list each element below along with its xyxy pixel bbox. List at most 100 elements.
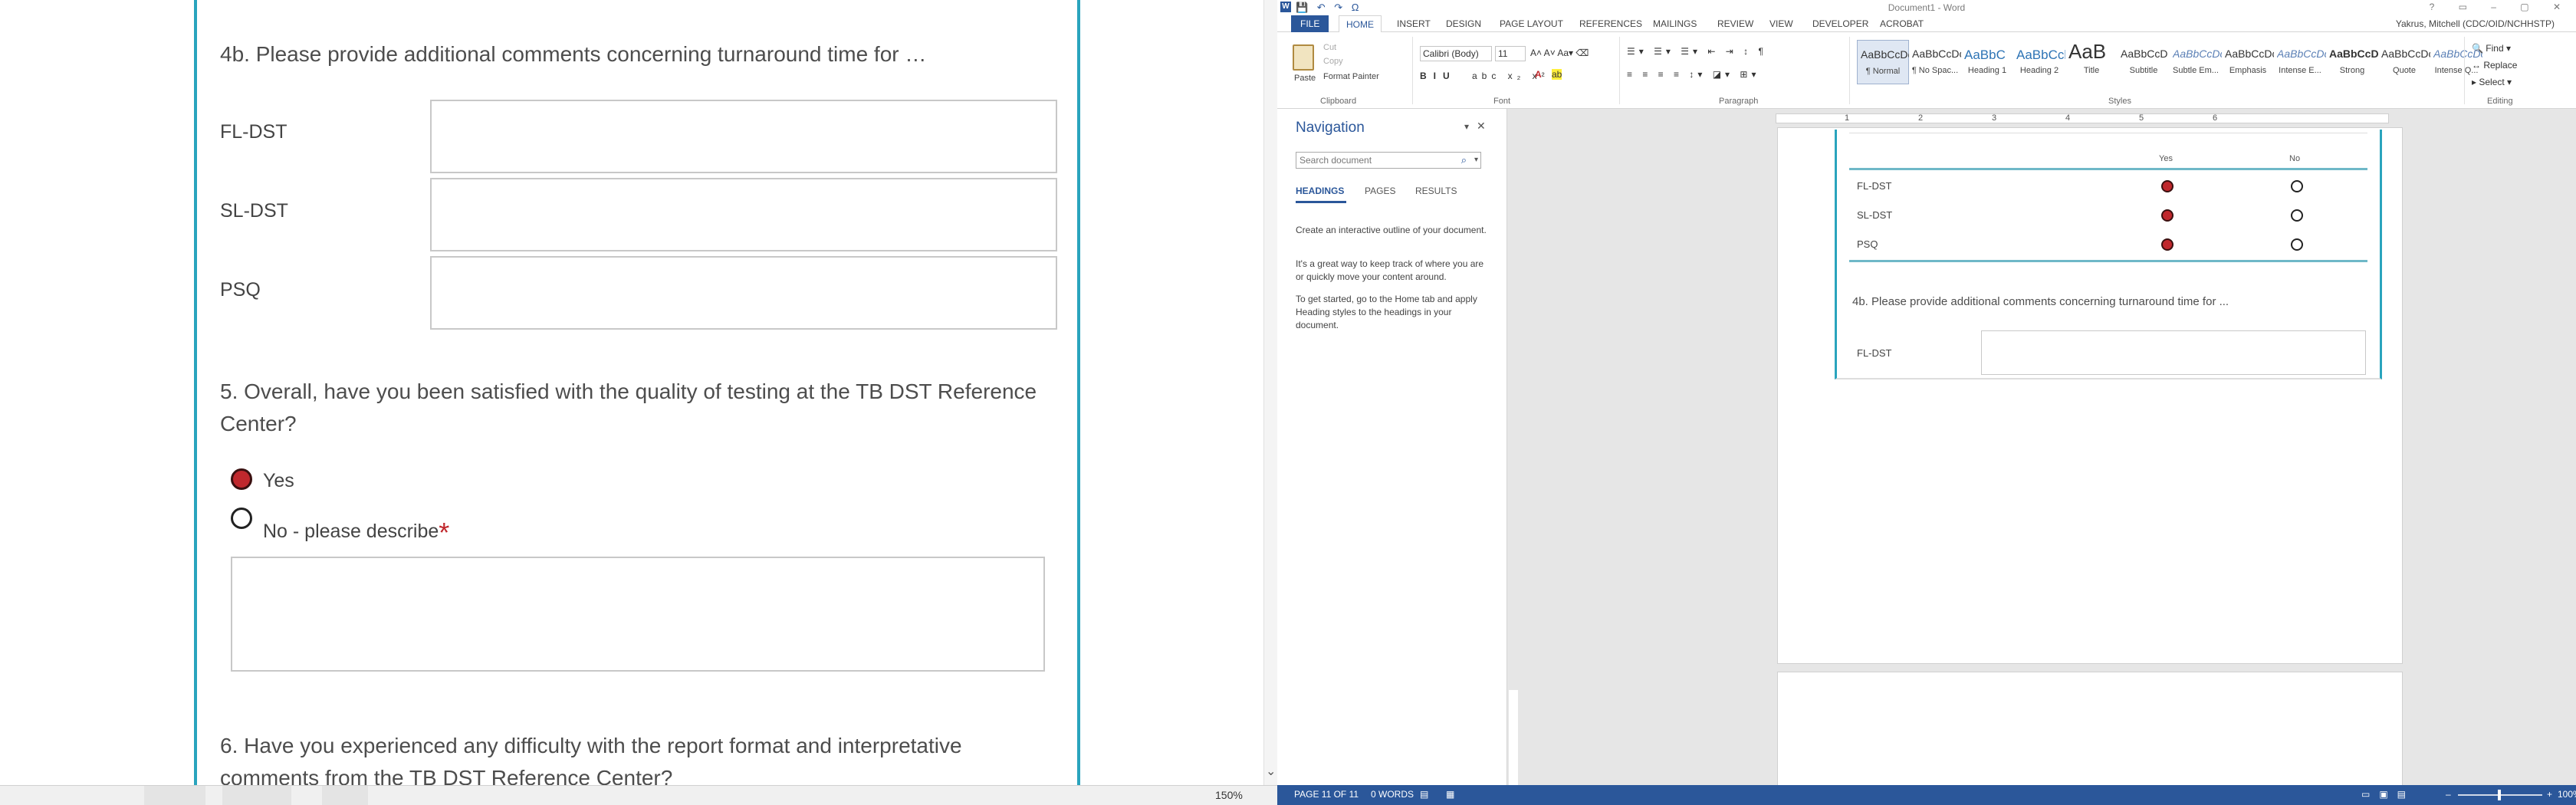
- group-editing: Editing: [2487, 97, 2513, 106]
- row-label-psq: PSQ: [220, 279, 261, 301]
- style-sample: AaBbCcDc: [1861, 48, 1910, 61]
- tab-review[interactable]: REVIEW: [1717, 18, 1753, 29]
- style-4[interactable]: AaB Title: [2065, 40, 2118, 84]
- font-color-icon[interactable]: A: [1535, 69, 1542, 80]
- radio-no[interactable]: [231, 508, 252, 529]
- style-sample: AaBbCcDc: [1912, 48, 1961, 60]
- macro-icon[interactable]: ▦: [1446, 789, 1454, 800]
- page-count[interactable]: PAGE 11 OF 11: [1294, 789, 1359, 800]
- style-10[interactable]: AaBbCcDc Quote: [2378, 40, 2430, 84]
- nav-tab-results[interactable]: RESULTS: [1415, 186, 1457, 196]
- embed-radio-no-fl[interactable]: [2291, 180, 2303, 192]
- embed-radio-yes-psq[interactable]: [2161, 238, 2174, 251]
- window-controls[interactable]: ? ▭ – ▢ ✕: [2430, 2, 2571, 12]
- style-5[interactable]: AaBbCcD Subtitle: [2118, 40, 2170, 84]
- copy-button[interactable]: Copy: [1323, 57, 1343, 66]
- cut-button[interactable]: Cut: [1323, 43, 1336, 52]
- option-no-label: No - please describe*: [263, 517, 450, 548]
- left-monitor: 4b. Please provide additional comments c…: [0, 0, 1277, 805]
- paste-icon[interactable]: [1293, 44, 1314, 71]
- tab-design[interactable]: DESIGN: [1446, 18, 1481, 29]
- embed-radio-yes-fl[interactable]: [2161, 180, 2174, 192]
- ruler-strip: [1776, 113, 2389, 123]
- list-buttons[interactable]: ☰▾ ☰▾ ☰▾ ⇤ ⇥ ↕ ¶: [1627, 46, 1767, 57]
- style-3[interactable]: AaBbCcl Heading 2: [2013, 40, 2065, 84]
- embed-radio-no-psq[interactable]: [2291, 238, 2303, 251]
- radio-yes[interactable]: [231, 468, 252, 490]
- table-bottom-line: [1849, 260, 2367, 262]
- style-2[interactable]: AaBbC Heading 1: [1961, 40, 2013, 84]
- embed-comment-box[interactable]: [1981, 330, 2366, 375]
- document-page[interactable]: [1777, 672, 2403, 787]
- tab-references[interactable]: REFERENCES: [1579, 18, 1642, 29]
- tab-insert[interactable]: INSERT: [1397, 18, 1431, 29]
- find-button[interactable]: 🔍 Find ▾: [2472, 43, 2511, 54]
- tab-acrobat[interactable]: ACROBAT: [1880, 18, 1924, 29]
- nav-tab-pages[interactable]: PAGES: [1365, 186, 1395, 196]
- embed-row-sl-dst: SL-DST: [1857, 209, 1893, 221]
- replace-button[interactable]: ↔ Replace: [2472, 60, 2517, 71]
- zoom-slider-thumb[interactable]: [2498, 790, 2501, 800]
- style-8[interactable]: AaBbCcDc Intense E...: [2274, 40, 2326, 84]
- search-icon[interactable]: ⌕: [1461, 153, 1467, 168]
- font-family-select[interactable]: Calibri (Body): [1420, 46, 1492, 61]
- ribbon-separator: [1619, 37, 1620, 104]
- embed-radio-no-sl[interactable]: [2291, 209, 2303, 222]
- tab-developer[interactable]: DEVELOPER: [1812, 18, 1868, 29]
- embed-comment-box[interactable]: [1981, 378, 2366, 380]
- vertical-ruler[interactable]: [1507, 127, 1520, 785]
- font-size-select[interactable]: 11: [1495, 46, 1526, 61]
- comment-box-sl-dst[interactable]: [430, 178, 1057, 251]
- view-buttons[interactable]: ▭▣▤: [2361, 789, 2415, 800]
- search-dropdown-icon[interactable]: ▾: [1474, 153, 1478, 168]
- horizontal-ruler[interactable]: 1 2 3 4 5 6: [1516, 112, 2576, 126]
- proofing-icon[interactable]: ▤: [1420, 789, 1428, 800]
- zoom-in-icon[interactable]: +: [2547, 789, 2552, 800]
- tab-file[interactable]: FILE: [1291, 15, 1329, 32]
- nav-tab-headings[interactable]: HEADINGS: [1296, 186, 1344, 196]
- window-title: Document1 - Word: [1888, 2, 1966, 13]
- zoom-out-icon[interactable]: –: [2446, 789, 2451, 800]
- tab-mailings[interactable]: MAILINGS: [1653, 18, 1697, 29]
- style-sample: AaB: [2068, 40, 2107, 63]
- style-sample: AaBbCcDc: [2173, 48, 2222, 60]
- style-6[interactable]: AaBbCcDc Subtle Em...: [2170, 40, 2222, 84]
- ribbon-separator: [1849, 37, 1850, 104]
- embedded-form-image[interactable]: Yes No FL-DST SL-DST PSQ 4b. Please prov…: [1835, 130, 2382, 380]
- style-name: Intense E...: [2279, 66, 2321, 75]
- font-size-controls[interactable]: A˄ A˅ Aa▾ ⌫: [1530, 48, 1589, 58]
- alignment-buttons[interactable]: ≡ ≡ ≡ ≡ ↕▾ ◪▾ ⊞▾: [1627, 69, 1760, 80]
- highlight-icon[interactable]: ab: [1552, 69, 1562, 80]
- scroll-down-arrow-icon[interactable]: ⌄: [1266, 764, 1276, 779]
- document-page[interactable]: Yes No FL-DST SL-DST PSQ 4b. Please prov…: [1777, 127, 2403, 664]
- zoomed-document-view: 4b. Please provide additional comments c…: [0, 0, 1263, 785]
- select-button[interactable]: ▸ Select ▾: [2472, 77, 2512, 87]
- comment-box-fl-dst[interactable]: [430, 100, 1057, 173]
- embed-radio-yes-sl[interactable]: [2161, 209, 2174, 222]
- style-1[interactable]: AaBbCcDc ¶ No Spac...: [1909, 40, 1961, 84]
- ruler-strip: [1509, 690, 1518, 785]
- format-painter-button[interactable]: Format Painter: [1323, 72, 1379, 81]
- row-label-sl-dst: SL-DST: [220, 200, 288, 222]
- tab-page-layout[interactable]: PAGE LAYOUT: [1500, 18, 1563, 29]
- style-7[interactable]: AaBbCcDc Emphasis: [2222, 40, 2274, 84]
- nav-options-icon[interactable]: ▾: [1464, 121, 1469, 132]
- question-6: 6. Have you experienced any difficulty w…: [220, 734, 962, 785]
- left-zoom-level[interactable]: 150%: [1215, 789, 1243, 801]
- tab-home[interactable]: HOME: [1339, 15, 1382, 33]
- font-format-buttons[interactable]: BIU: [1420, 71, 1457, 81]
- nav-close-icon[interactable]: ✕: [1477, 120, 1486, 133]
- describe-textarea[interactable]: [231, 557, 1045, 672]
- comment-box-psq[interactable]: [430, 256, 1057, 330]
- left-scrollbar[interactable]: ⌄: [1263, 0, 1277, 785]
- column-yes: Yes: [2159, 154, 2173, 163]
- word-count[interactable]: 0 WORDS: [1371, 789, 1414, 800]
- zoom-level[interactable]: 100%: [2558, 789, 2576, 800]
- style-9[interactable]: AaBbCcDc Strong: [2326, 40, 2378, 84]
- nav-search-input[interactable]: Search document ⌕ ▾: [1296, 152, 1481, 169]
- style-0[interactable]: AaBbCcDc ¶ Normal: [1857, 40, 1910, 84]
- tab-view[interactable]: VIEW: [1769, 18, 1793, 29]
- user-name[interactable]: Yakrus, Mitchell (CDC/OID/NCHHSTP): [2396, 18, 2555, 29]
- paste-button[interactable]: Paste: [1294, 74, 1316, 83]
- word-status-bar: PAGE 11 OF 11 0 WORDS ▤ ▦ ▭▣▤ – + 100%: [1277, 785, 2576, 805]
